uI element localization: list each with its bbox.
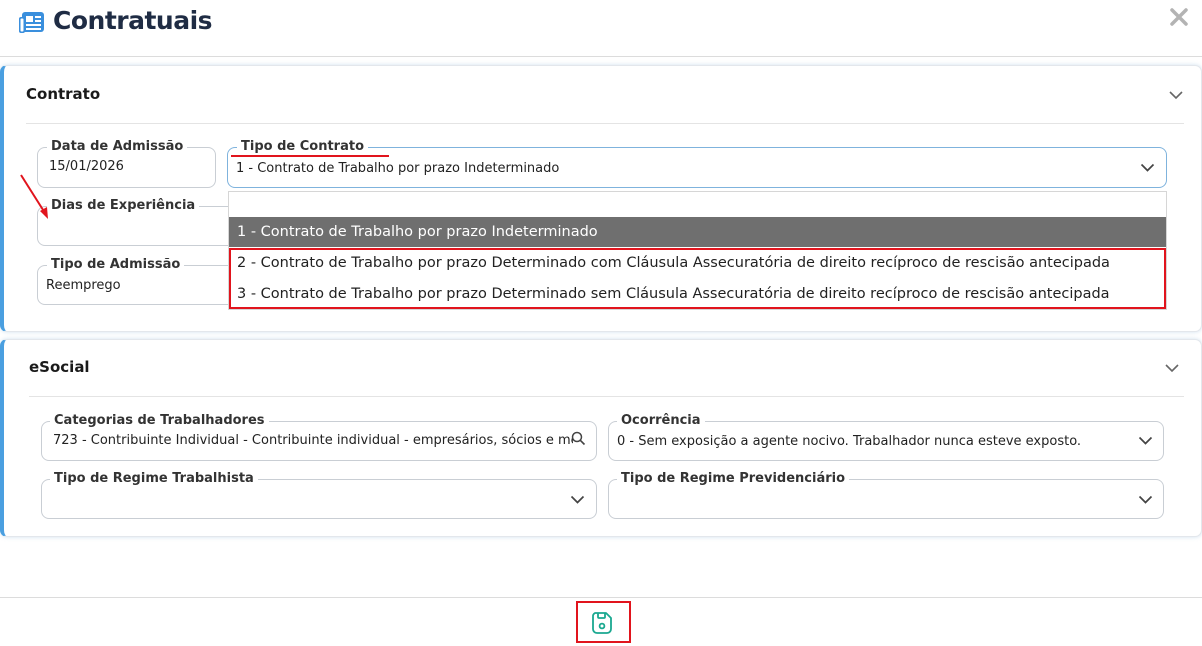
- chevron-down-icon[interactable]: [1140, 163, 1155, 172]
- collapse-chevron-icon[interactable]: [1164, 363, 1180, 373]
- regime-trabalhista-select[interactable]: Tipo de Regime Trabalhista: [41, 471, 597, 519]
- tipo-contrato-select[interactable]: Tipo de Contrato 1 - Contrato de Trabalh…: [227, 139, 1167, 188]
- highlight-box-options: [229, 248, 1166, 309]
- regime-previdenciario-select[interactable]: Tipo de Regime Previdenciário: [608, 471, 1164, 519]
- data-admissao-value: 15/01/2026: [49, 159, 124, 174]
- footer-divider: [0, 597, 1202, 598]
- ocorrencia-select[interactable]: Ocorrência 0 - Sem exposição a agente no…: [608, 413, 1164, 461]
- dropdown-option-1[interactable]: 1 - Contrato de Trabalho por prazo Indet…: [229, 217, 1166, 247]
- chevron-down-icon[interactable]: [570, 495, 585, 504]
- chevron-down-icon[interactable]: [1138, 495, 1153, 504]
- dias-experiencia-field[interactable]: Dias de Experiência: [37, 198, 237, 246]
- regime-trabalhista-label: Tipo de Regime Trabalhista: [50, 471, 258, 487]
- annotation-arrow-icon: [20, 174, 48, 219]
- section-title: eSocial: [29, 358, 90, 376]
- categorias-label: Categorias de Trabalhadores: [50, 413, 269, 429]
- dias-experiencia-label: Dias de Experiência: [47, 198, 200, 214]
- tipo-admissao-label: Tipo de Admissão: [47, 257, 185, 273]
- categorias-value: 723 - Contribuinte Individual - Contribu…: [53, 433, 573, 448]
- section-divider: [29, 396, 1184, 397]
- collapse-chevron-icon[interactable]: [1168, 90, 1184, 100]
- section-divider: [26, 123, 1184, 124]
- save-button[interactable]: [576, 601, 631, 643]
- highlight-underline: [231, 155, 389, 157]
- close-icon[interactable]: [1168, 6, 1190, 28]
- tipo-contrato-value: 1 - Contrato de Trabalho por prazo Indet…: [236, 161, 560, 176]
- tipo-contrato-label: Tipo de Contrato: [237, 139, 369, 155]
- data-admissao-label: Data de Admissão: [47, 139, 188, 155]
- ocorrencia-value: 0 - Sem exposição a agente nocivo. Traba…: [617, 434, 1082, 449]
- modal-title: Contratuais: [53, 6, 213, 35]
- data-admissao-field[interactable]: Data de Admissão 15/01/2026: [37, 139, 216, 188]
- save-icon: [592, 612, 612, 634]
- categorias-trabalhadores-field[interactable]: Categorias de Trabalhadores 723 - Contri…: [41, 413, 597, 461]
- tipo-admissao-value: Reemprego: [46, 278, 121, 293]
- section-title: Contrato: [26, 85, 101, 103]
- modal-header: Contratuais: [0, 0, 1202, 57]
- tipo-admissao-field[interactable]: Tipo de Admissão Reemprego: [37, 257, 237, 305]
- ocorrencia-label: Ocorrência: [617, 413, 705, 429]
- regime-previdenciario-label: Tipo de Regime Previdenciário: [617, 471, 850, 487]
- newspaper-icon: [19, 12, 44, 33]
- search-icon[interactable]: [571, 431, 586, 446]
- chevron-down-icon[interactable]: [1138, 436, 1153, 445]
